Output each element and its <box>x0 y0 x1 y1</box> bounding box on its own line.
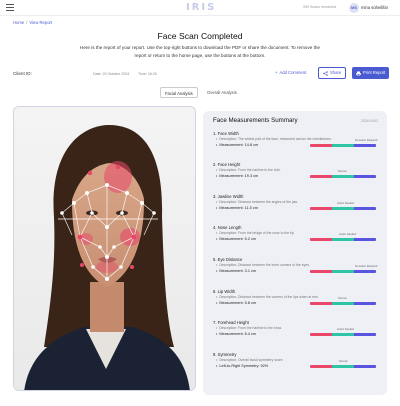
metric-lip-width: 6. Lip Width Description: Distance betwe… <box>213 289 379 308</box>
username[interactable]: mina soheilifar <box>361 5 388 10</box>
metric-status: Normal <box>338 170 347 173</box>
summary-title: Face Measurements Summary <box>213 117 298 124</box>
breadcrumb-home[interactable]: Home <box>13 20 24 25</box>
metric-status: Action Needed <box>337 328 355 331</box>
share-label: Share <box>330 70 342 75</box>
app-logo[interactable]: IRIS <box>186 2 216 13</box>
page-intro: Here is the report of your report. Use t… <box>80 45 320 58</box>
metric-status: No Action Required <box>355 139 378 142</box>
top-bar: IRIS 999 Scans remained MS mina soheilif… <box>0 0 400 16</box>
plus-icon: + <box>275 70 278 75</box>
report-time: Time: 16:20 <box>138 72 157 76</box>
report-date: Date: 20 October 2024 <box>93 72 130 76</box>
print-report-label: Print Report <box>363 70 386 75</box>
breadcrumb-separator: / <box>26 20 28 25</box>
metric-status: Normal <box>339 360 348 363</box>
metric-range-bar <box>310 333 376 336</box>
metric-jawline-width: 3. Jawline Width Description: Distance b… <box>213 194 379 213</box>
add-comment-button[interactable]: + Add Comment <box>271 67 310 79</box>
metric-eye-distance: 5. Eye Distance Description: Distance be… <box>213 257 379 276</box>
metric-measurement: Measurement: 5.8 cm <box>216 301 256 305</box>
metric-status: Action Needed <box>339 233 357 236</box>
metric-forehead-height: 7. Forehead Height Description: From the… <box>213 320 379 339</box>
metric-measurement: Measurement: 19.3 cm <box>216 174 258 178</box>
analysis-tabs: Facial Analysis Overall Analysis <box>0 87 400 99</box>
page-title: Face Scan Completed <box>157 31 243 41</box>
metric-status: Action Needed <box>337 202 355 205</box>
metric-face-height: 2. Face Height Description: From the hai… <box>213 162 379 181</box>
menu-icon[interactable] <box>6 4 14 11</box>
measurements-summary-card: Face Measurements Summary 2024/10/02 1. … <box>203 111 387 395</box>
tab-facial-analysis[interactable]: Facial Analysis <box>160 87 198 98</box>
breadcrumb: Home / View Report <box>13 20 52 25</box>
metric-range-bar <box>310 144 376 147</box>
metric-status: Normal <box>338 297 347 300</box>
metric-range-bar <box>310 207 376 210</box>
metric-measurement: Measurement: 14.8 cm <box>216 143 258 147</box>
metric-measurement: Measurement: 5.2 cm <box>216 237 256 241</box>
metric-measurement: Measurement: 11.5 cm <box>216 206 258 210</box>
share-button[interactable]: Share <box>318 67 347 79</box>
metric-symmetry: 8. Symmetry Description: Overall facial … <box>213 352 379 371</box>
print-report-button[interactable]: Print Report <box>352 67 390 79</box>
metric-nose-length: 4. Nose Length Description: From the bri… <box>213 225 379 244</box>
summary-date: 2024/10/02 <box>361 119 378 123</box>
metric-measurement: Measurement: 3.1 cm <box>216 269 256 273</box>
metric-range-bar <box>310 175 376 178</box>
tab-overall-analysis[interactable]: Overall Analysis <box>203 87 241 98</box>
face-scan-illustration <box>14 107 195 390</box>
metric-measurement: Measurement: 6.4 cm <box>216 332 256 336</box>
metric-range-bar <box>310 365 376 368</box>
metric-range-bar <box>310 238 376 241</box>
add-comment-label: Add Comment <box>279 70 307 75</box>
scans-remaining: 999 Scans remained <box>303 5 336 9</box>
metric-face-width: 1. Face Width Description: The widest pa… <box>213 131 379 150</box>
share-icon <box>323 70 328 76</box>
metric-measurement: Left-to-Right Symmetry: 92% <box>216 364 268 368</box>
metric-range-bar <box>310 302 376 305</box>
metric-range-bar <box>310 270 376 273</box>
client-id-label: Client ID: <box>13 71 32 76</box>
face-scan-image <box>13 106 196 391</box>
printer-icon <box>356 71 361 76</box>
breadcrumb-current[interactable]: View Report <box>29 20 52 25</box>
metric-status: No Action Required <box>355 265 378 268</box>
avatar[interactable]: MS <box>349 3 359 13</box>
